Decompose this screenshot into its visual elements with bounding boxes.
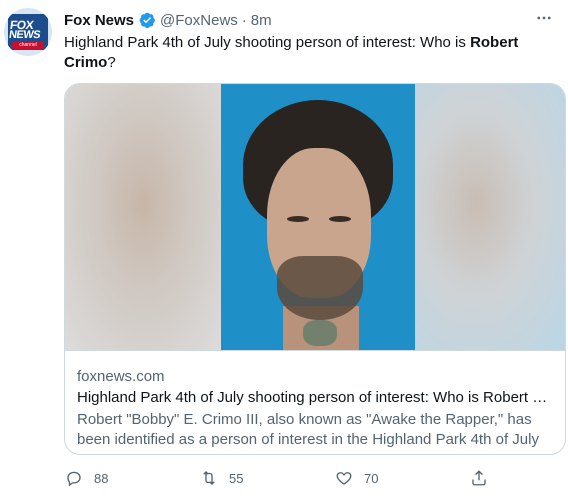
tweet-timestamp[interactable]: 8m <box>251 12 272 29</box>
separator-dot: · <box>241 11 247 29</box>
tweet-text: Highland Park 4th of July shooting perso… <box>64 33 544 73</box>
card-image[interactable] <box>65 84 565 350</box>
card-domain: foxnews.com <box>77 368 165 385</box>
tweet-header: Fox News @FoxNews · 8m <box>64 10 272 30</box>
heart-icon <box>334 468 354 488</box>
tweet-text-prefix: Highland Park 4th of July shooting perso… <box>64 34 471 51</box>
retweet-button[interactable]: 55 <box>199 468 243 488</box>
blurred-photo-right <box>415 84 565 350</box>
retweet-count: 55 <box>229 470 244 486</box>
like-button[interactable]: 70 <box>334 468 378 488</box>
author-avatar[interactable]: FOX NEWS channel <box>4 8 52 56</box>
photo-tattoo <box>303 320 337 346</box>
tweet-actions: 88 55 70 <box>64 466 504 490</box>
more-horizontal-icon[interactable] <box>534 8 554 28</box>
tweet-text-suffix: ? <box>107 54 116 71</box>
reply-button[interactable]: 88 <box>64 468 108 488</box>
logo-text-news: NEWS <box>8 29 41 41</box>
author-handle[interactable]: @FoxNews <box>160 12 238 29</box>
reply-icon <box>64 468 84 488</box>
portrait-photo <box>221 84 415 350</box>
verified-badge-icon <box>138 11 156 29</box>
like-count: 70 <box>364 470 379 486</box>
link-card[interactable]: foxnews.com Highland Park 4th of July sh… <box>64 83 566 455</box>
photo-beard <box>277 256 363 320</box>
reply-count: 88 <box>94 470 109 486</box>
card-title: Highland Park 4th of July shooting perso… <box>77 389 553 406</box>
retweet-icon <box>199 468 219 488</box>
photo-eye-left <box>287 216 309 222</box>
card-info[interactable]: foxnews.com Highland Park 4th of July sh… <box>65 350 565 454</box>
logo-text-channel: channel <box>12 42 44 49</box>
card-description: Robert "Bobby" E. Crimo III, also known … <box>77 411 539 448</box>
blurred-photo-left <box>65 84 221 350</box>
share-icon <box>469 468 489 488</box>
photo-eye-right <box>329 216 351 222</box>
author-name[interactable]: Fox News <box>64 12 134 29</box>
share-button[interactable] <box>469 468 489 488</box>
